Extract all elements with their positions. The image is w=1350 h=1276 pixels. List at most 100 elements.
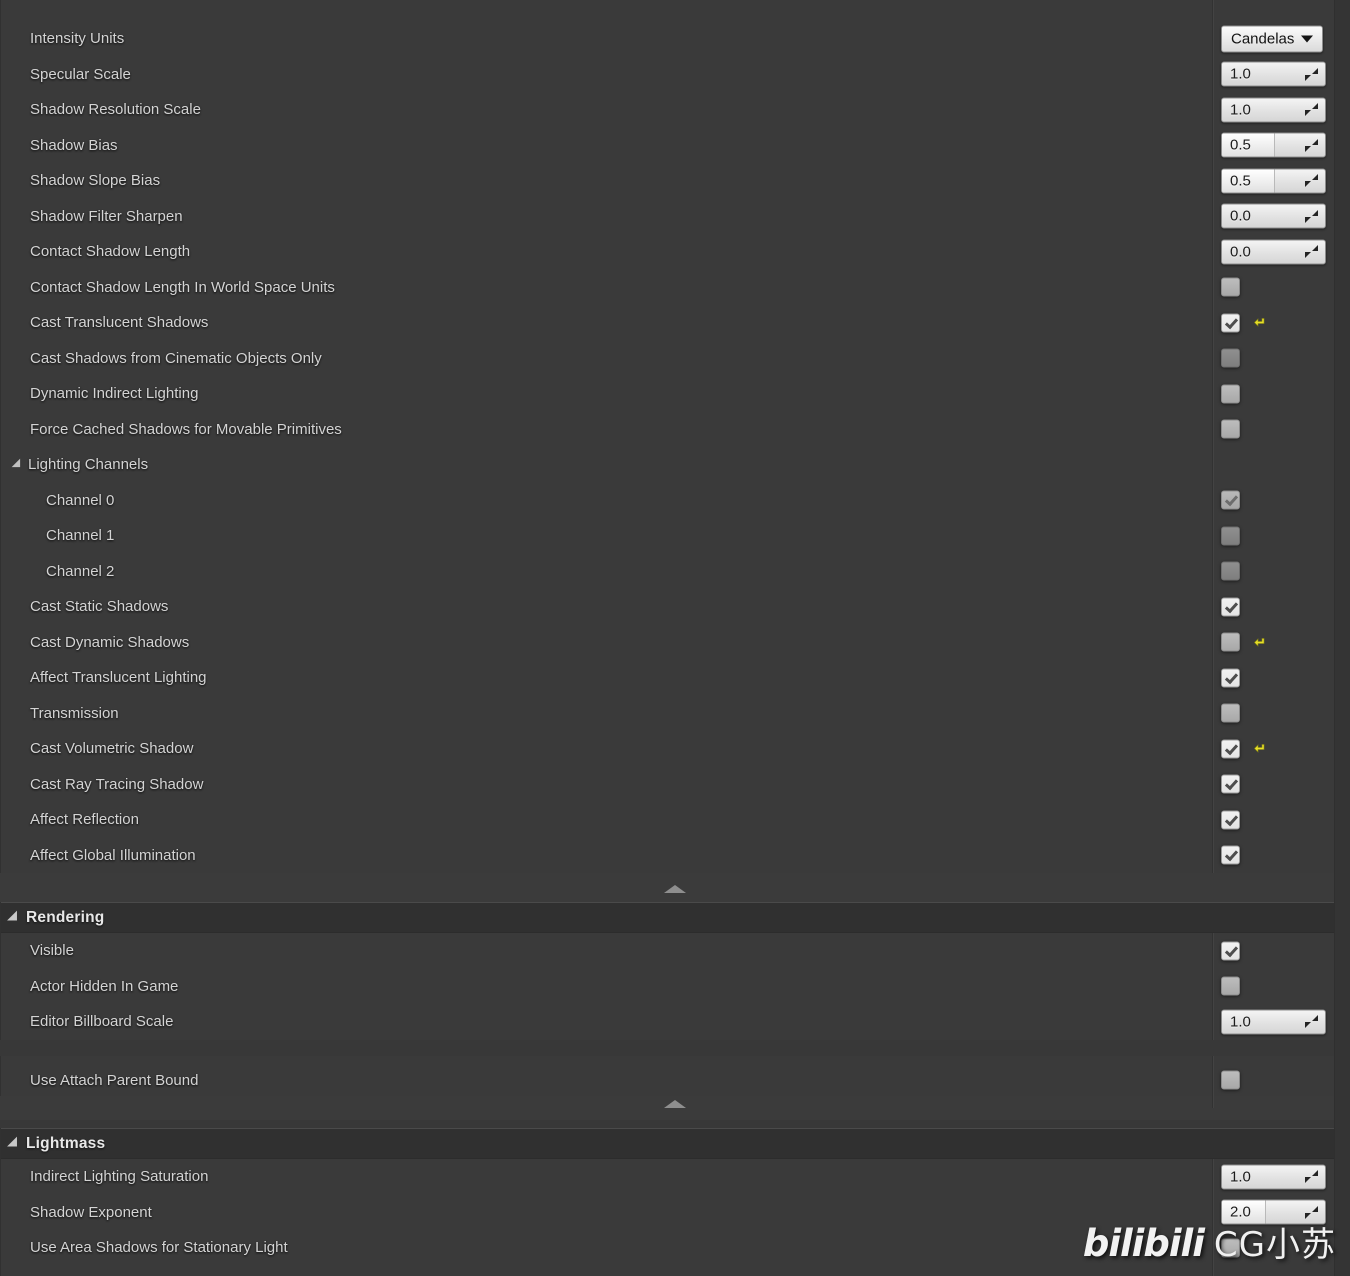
column-splitter[interactable] — [1212, 1055, 1214, 1108]
checkbox[interactable] — [1221, 739, 1240, 759]
checkbox[interactable] — [1221, 348, 1240, 368]
section-collapse-handle-2[interactable] — [0, 1096, 1350, 1120]
checkbox[interactable] — [1221, 490, 1240, 510]
checkbox[interactable] — [1221, 419, 1240, 439]
light-properties-section: Intensity Units Candelas Specular Scale 1.0… — [0, 0, 1350, 873]
spinner-arrows-icon[interactable] — [1305, 209, 1318, 223]
value-cell — [1221, 561, 1240, 581]
property-group-lighting-channels[interactable]: Lighting Channels — [1, 447, 1335, 483]
spinner-arrows-icon[interactable] — [1305, 67, 1318, 81]
checkbox[interactable] — [1221, 526, 1240, 546]
column-splitter[interactable] — [1212, 1159, 1214, 1276]
checkbox[interactable] — [1221, 384, 1240, 404]
numeric-spinbox[interactable]: 1.0 — [1221, 1164, 1326, 1190]
numeric-spinbox[interactable]: 0.0 — [1221, 239, 1326, 265]
property-label: Cast Volumetric Shadow — [30, 740, 194, 758]
numeric-spinbox[interactable]: 0.5 — [1221, 168, 1326, 194]
checkmark-icon — [1225, 848, 1237, 861]
lightmass-section-header[interactable]: Lightmass — [1, 1128, 1335, 1159]
checkbox[interactable] — [1221, 941, 1240, 961]
property-row: Shadow Bias 0.5 — [1, 128, 1335, 164]
value-cell — [1221, 597, 1240, 617]
checkbox[interactable] — [1221, 845, 1240, 865]
numeric-spinbox[interactable]: 0.0 — [1221, 203, 1326, 229]
property-label: Use Attach Parent Bound — [30, 1071, 199, 1089]
revert-to-default-icon[interactable] — [1253, 316, 1267, 330]
spinner-arrows-icon[interactable] — [1305, 1205, 1318, 1219]
property-row: Contact Shadow Length In World Space Uni… — [1, 270, 1335, 306]
rendering-section: Rendering Visible Actor Hidden In Game Edi… — [0, 902, 1350, 1040]
property-row: Cast Shadows from Cinematic Objects Only — [1, 341, 1335, 377]
checkbox[interactable] — [1221, 703, 1240, 723]
spinner-arrows-icon[interactable] — [1305, 1170, 1318, 1184]
checkbox[interactable] — [1221, 976, 1240, 996]
lightmass-section-title: Lightmass — [26, 1134, 106, 1152]
checkmark-icon — [1225, 315, 1237, 328]
property-row: Channel 2 — [1, 554, 1335, 590]
revert-to-default-icon[interactable] — [1253, 742, 1267, 756]
property-row: Shadow Resolution Scale 1.0 — [1, 92, 1335, 128]
property-row: Specular Scale 1.0 — [1, 57, 1335, 93]
checkmark-icon — [1225, 943, 1237, 956]
chevron-down-icon — [1301, 35, 1314, 43]
numeric-spinbox[interactable]: 1.0 — [1221, 97, 1326, 123]
section-collapse-handle-1[interactable] — [0, 873, 1350, 902]
dropdown-select[interactable]: Candelas — [1221, 25, 1324, 53]
value-cell — [1221, 384, 1240, 404]
checkbox[interactable] — [1221, 313, 1240, 333]
lightmass-rows: Indirect Lighting Saturation 1.0 Shadow Ex… — [1, 1159, 1335, 1276]
revert-to-default-icon[interactable] — [1253, 635, 1267, 649]
value-cell — [1221, 277, 1240, 297]
numeric-spinbox[interactable]: 2.0 — [1221, 1199, 1326, 1225]
checkmark-icon — [1225, 812, 1237, 825]
spinner-arrows-icon[interactable] — [1305, 1015, 1318, 1029]
value-cell — [1221, 348, 1240, 368]
numeric-spinbox[interactable]: 0.5 — [1221, 132, 1326, 158]
spinner-arrows-icon[interactable] — [1305, 103, 1318, 117]
property-row: Visible — [1, 933, 1335, 969]
property-label: Intensity Units — [30, 30, 125, 48]
checkbox[interactable] — [1221, 632, 1240, 652]
property-label: Editor Billboard Scale — [30, 1013, 174, 1031]
column-splitter[interactable] — [1212, 933, 1214, 1040]
property-label: Visible — [30, 942, 74, 960]
property-label: Specular Scale — [30, 65, 131, 83]
property-label: Cast Translucent Shadows — [30, 314, 209, 332]
spinbox-value: 1.0 — [1230, 101, 1251, 119]
checkbox[interactable] — [1221, 774, 1240, 794]
dropdown-value: Candelas — [1231, 30, 1295, 48]
checkbox[interactable] — [1221, 561, 1240, 581]
property-row: Actor Hidden In Game — [1, 969, 1335, 1005]
checkbox[interactable] — [1221, 277, 1240, 297]
checkmark-icon — [1225, 599, 1237, 612]
spinner-arrows-icon[interactable] — [1305, 174, 1318, 188]
property-label: Affect Translucent Lighting — [30, 669, 207, 687]
checkmark-icon — [1225, 493, 1237, 506]
property-row: Contact Shadow Length 0.0 — [1, 234, 1335, 270]
value-cell — [1221, 1070, 1240, 1090]
checkbox[interactable] — [1221, 810, 1240, 830]
rendering-section-header[interactable]: Rendering — [1, 902, 1335, 933]
numeric-spinbox[interactable]: 1.0 — [1221, 1009, 1326, 1035]
value-cell: 0.0 — [1221, 203, 1326, 229]
checkbox[interactable] — [1221, 1070, 1240, 1090]
checkbox[interactable] — [1221, 597, 1240, 617]
spinbox-value: 0.5 — [1230, 136, 1251, 154]
numeric-spinbox[interactable]: 1.0 — [1221, 61, 1326, 87]
value-cell — [1221, 703, 1240, 723]
property-label: Force Cached Shadows for Movable Primiti… — [30, 420, 342, 438]
checkbox[interactable] — [1221, 668, 1240, 688]
value-cell — [1221, 632, 1267, 652]
column-splitter[interactable] — [1212, 0, 1214, 873]
property-group-label: Lighting Channels — [28, 456, 149, 474]
property-label: Actor Hidden In Game — [30, 977, 179, 995]
expander-triangle-icon — [11, 458, 25, 472]
spinner-arrows-icon[interactable] — [1305, 245, 1318, 259]
spinner-arrows-icon[interactable] — [1305, 138, 1318, 152]
property-label: Contact Shadow Length — [30, 243, 191, 261]
value-cell: Candelas — [1221, 25, 1324, 53]
property-label: Indirect Lighting Saturation — [30, 1168, 209, 1186]
property-label: Shadow Bias — [30, 136, 118, 154]
checkbox[interactable] — [1221, 1238, 1240, 1258]
light-properties-rows: Intensity Units Candelas Specular Scale 1.0… — [0, 0, 1336, 873]
